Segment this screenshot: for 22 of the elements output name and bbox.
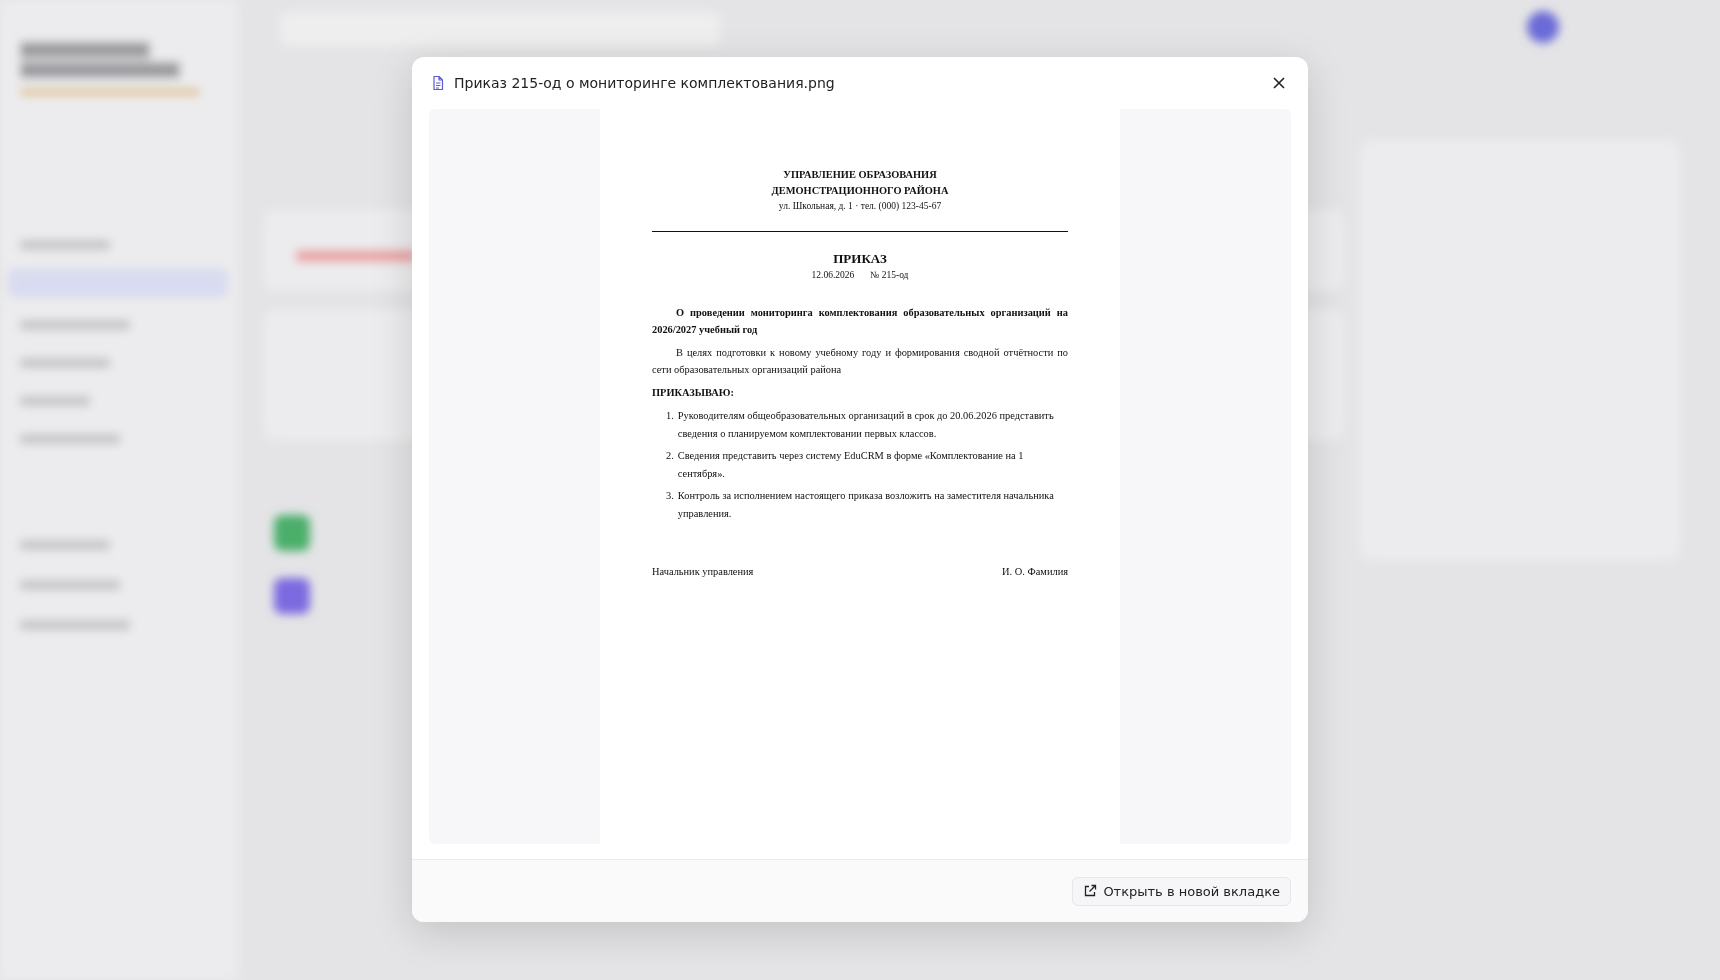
document-number: № 215-од [870, 269, 909, 282]
order-item: Контроль за исполнением настоящего приказа возложить на заместителя начальника управления. [677, 489, 1055, 521]
order-item: Руководителям общеобразовательных организаций в срок до 20.06.2026 представить сведения о планируемом комплектовании первых классов. [677, 409, 1055, 441]
organization-name: УПРАВЛЕНИЕ ОБРАЗОВАНИЯ [782, 168, 938, 182]
organization-address: ул. Школьная, д. 1 · тел. (000) 123-45-67 [777, 200, 943, 213]
preamble-paragraph: В целях подготовки к новому учебному году и формирования сводной отчётности по сети образовательных организаций района [652, 346, 1068, 377]
document-heading: ПРИКАЗ [832, 250, 888, 268]
open-in-new-tab-button[interactable]: Открыть в новой вкладке [1072, 876, 1291, 906]
item-number: 3. [666, 489, 674, 503]
item-number: 1. [666, 409, 674, 423]
order-word: ПРИКАЗЫВАЮ: [652, 386, 735, 400]
document-icon [430, 75, 446, 91]
document-date: 12.06.2026 [811, 269, 855, 282]
external-link-icon [1083, 884, 1098, 898]
document-subject: О проведении мониторинга комплектования образовательных организаций на 2026/2027 учебный год [652, 306, 1068, 337]
close-icon [1272, 76, 1286, 90]
item-number: 2. [666, 449, 674, 463]
order-item: Сведения представить через систему EduCRM в форме «Комплектование на 1 сентября». [677, 449, 1025, 481]
organization-name: ДЕМОНСТРАЦИОННОГО РАЙОНА [770, 184, 950, 198]
dialog-title: Приказ 215-од о мониторинге комплектования.png [454, 75, 836, 91]
signatory-name: И. О. Фамилия [1002, 566, 1068, 577]
signatory-position: Начальник управления [652, 566, 754, 577]
